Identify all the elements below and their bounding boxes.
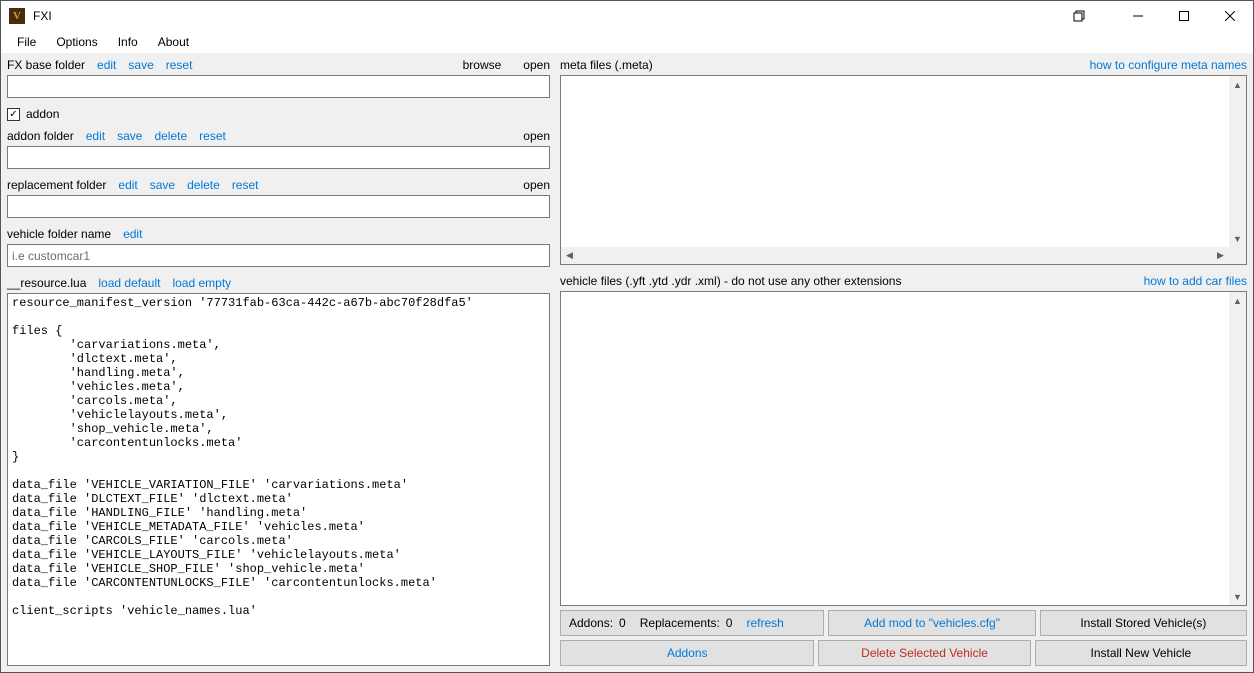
scroll-up-icon[interactable]: ▲ [1229,76,1246,93]
button-row-2: Addons Delete Selected Vehicle Install N… [560,640,1247,666]
scroll-down-icon[interactable]: ▼ [1229,230,1246,247]
fxbase-label: FX base folder [7,58,85,72]
installstored-button[interactable]: Install Stored Vehicle(s) [1040,610,1247,636]
vehname-row: vehicle folder name edit [7,224,550,244]
fxbase-save[interactable]: save [128,58,153,72]
vehfiles-row: vehicle files (.yft .ytd .ydr .xml) - do… [560,271,1247,291]
addon-checkbox[interactable]: ✓ [7,108,20,121]
menu-options[interactable]: Options [46,33,107,51]
menu-file[interactable]: File [7,33,46,51]
scroll-left-icon[interactable]: ◀ [561,247,578,264]
minimize-button[interactable] [1115,1,1161,31]
vehname-label: vehicle folder name [7,227,111,241]
vehfiles-listbox[interactable]: ▲ ▼ [560,291,1247,606]
installnew-button[interactable]: Install New Vehicle [1035,640,1247,666]
scroll-right-icon[interactable]: ▶ [1212,247,1229,264]
scroll-up-icon[interactable]: ▲ [1229,292,1246,309]
vehname-edit[interactable]: edit [123,227,142,241]
meta-label: meta files (.meta) [560,58,653,72]
replfolder-input[interactable] [7,195,550,218]
addonfolder-label: addon folder [7,129,74,143]
refresh-link[interactable]: refresh [746,616,783,630]
replacements-value: 0 [726,616,733,630]
scrollbar-vertical[interactable]: ▲ ▼ [1229,76,1246,247]
scroll-corner [1229,247,1246,264]
close-button[interactable] [1207,1,1253,31]
addonfolder-reset[interactable]: reset [199,129,226,143]
addons-label: Addons: [569,616,613,630]
fxbase-edit[interactable]: edit [97,58,116,72]
menu-about[interactable]: About [148,33,199,51]
menu-info[interactable]: Info [108,33,148,51]
status-box: Addons: 0 Replacements: 0 refresh [560,610,824,636]
button-row-1: Addons: 0 Replacements: 0 refresh Add mo… [560,610,1247,636]
fxbase-reset[interactable]: reset [166,58,193,72]
addonfolder-edit[interactable]: edit [86,129,105,143]
right-column: meta files (.meta) how to configure meta… [560,55,1247,666]
addonfolder-row: addon folder edit save delete reset open [7,126,550,146]
resource-row: __resource.lua load default load empty [7,273,550,293]
content: FX base folder edit save reset browse op… [1,53,1253,672]
window-title: FXI [33,9,52,23]
resource-textarea[interactable]: resource_manifest_version '77731fab-63ca… [7,293,550,666]
resource-loadempty[interactable]: load empty [172,276,231,290]
replfolder-delete[interactable]: delete [187,178,220,192]
menubar: File Options Info About [1,31,1253,53]
replfolder-save[interactable]: save [150,178,175,192]
replfolder-label: replacement folder [7,178,106,192]
replfolder-edit[interactable]: edit [118,178,137,192]
meta-helplink[interactable]: how to configure meta names [1090,58,1247,72]
meta-row: meta files (.meta) how to configure meta… [560,55,1247,75]
vehfiles-label: vehicle files (.yft .ytd .ydr .xml) - do… [560,274,901,288]
fxbase-browse[interactable]: browse [463,58,502,72]
fxbase-open[interactable]: open [523,58,550,72]
scroll-down-icon[interactable]: ▼ [1229,588,1246,605]
addonfolder-save[interactable]: save [117,129,142,143]
addmod-button[interactable]: Add mod to "vehicles.cfg" [828,610,1035,636]
replfolder-row: replacement folder edit save delete rese… [7,175,550,195]
addonfolder-input[interactable] [7,146,550,169]
vehfiles-helplink[interactable]: how to add car files [1144,274,1247,288]
app-icon: V [9,8,25,24]
addonfolder-delete[interactable]: delete [154,129,187,143]
vehname-input[interactable] [7,244,550,267]
replacements-label: Replacements: [640,616,720,630]
fxbase-input[interactable] [7,75,550,98]
addonfolder-open[interactable]: open [523,129,550,143]
maximize-button[interactable] [1161,1,1207,31]
restore-down-icon[interactable] [1063,1,1095,31]
resource-label: __resource.lua [7,276,86,290]
left-column: FX base folder edit save reset browse op… [7,55,550,666]
addon-checkbox-row: ✓ addon [7,104,550,124]
deletesel-button[interactable]: Delete Selected Vehicle [818,640,1030,666]
resource-loaddefault[interactable]: load default [98,276,160,290]
fxbase-row: FX base folder edit save reset browse op… [7,55,550,75]
addon-checkbox-label: addon [26,107,59,121]
replfolder-open[interactable]: open [523,178,550,192]
addons-value: 0 [619,616,626,630]
scrollbar-horizontal[interactable]: ◀ ▶ [561,247,1246,264]
replfolder-reset[interactable]: reset [232,178,259,192]
meta-listbox[interactable]: ▲ ▼ ◀ ▶ [560,75,1247,265]
titlebar: V FXI [1,1,1253,31]
window: V FXI File Options Info About FX [0,0,1254,673]
addons-button[interactable]: Addons [560,640,814,666]
scrollbar-vertical[interactable]: ▲ ▼ [1229,292,1246,605]
window-buttons [1063,1,1253,31]
